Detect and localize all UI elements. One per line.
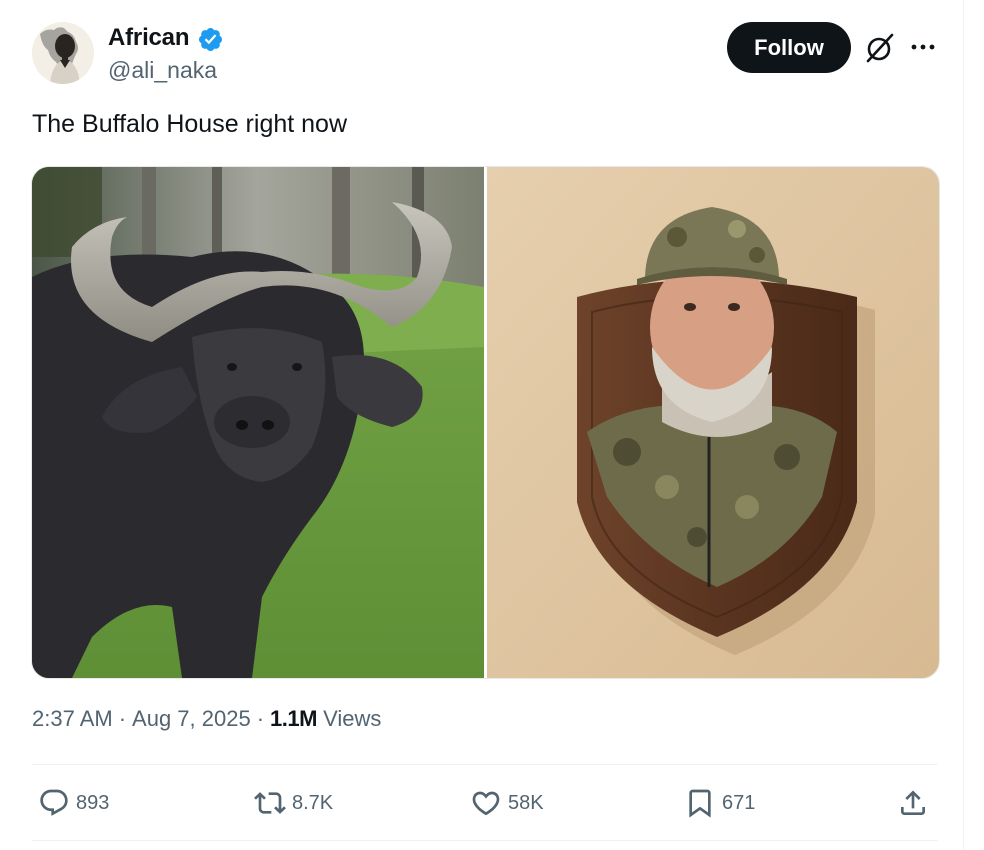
avatar[interactable]: [32, 22, 94, 84]
repost-count: 8.7K: [292, 791, 334, 814]
share-button[interactable]: [897, 786, 935, 820]
like-button[interactable]: 58K: [470, 786, 544, 820]
tweet-text: The Buffalo House right now: [32, 110, 348, 138]
more-icon[interactable]: [905, 32, 941, 62]
bookmark-icon: [689, 789, 711, 818]
avatar-image: [32, 22, 94, 84]
verified-badge-icon: [198, 27, 223, 52]
tweet-meta: 2:37 AM · Aug 7, 2025 · 1.1M Views: [32, 706, 381, 732]
meta-separator: ·: [118, 706, 127, 731]
divider: [32, 840, 938, 841]
divider: [32, 764, 938, 765]
repost-button[interactable]: 8.7K: [254, 786, 333, 820]
repost-icon: [254, 792, 286, 814]
reply-count: 893: [76, 791, 110, 814]
grok-icon[interactable]: [862, 30, 898, 66]
bookmark-count: 671: [722, 791, 756, 814]
tweet-time[interactable]: 2:37 AM: [32, 706, 113, 731]
follow-button[interactable]: Follow: [727, 22, 851, 73]
reply-button[interactable]: 893: [38, 786, 109, 820]
author-name[interactable]: African: [108, 24, 189, 52]
tweet-date[interactable]: Aug 7, 2025: [132, 706, 251, 731]
reply-icon: [40, 789, 68, 816]
like-count: 58K: [508, 791, 544, 814]
views-count: 1.1M: [270, 706, 317, 731]
share-icon: [901, 790, 925, 815]
meta-separator: ·: [256, 706, 265, 731]
views-label: Views: [323, 706, 382, 731]
tweet-media[interactable]: [31, 166, 940, 679]
author-handle[interactable]: @ali_naka: [108, 57, 217, 84]
bookmark-button[interactable]: 671: [684, 786, 755, 820]
like-icon: [472, 791, 500, 816]
hunter-trophy-mount-photo[interactable]: [487, 167, 939, 678]
column-border: [963, 0, 964, 850]
buffalo-photo[interactable]: [32, 167, 484, 678]
